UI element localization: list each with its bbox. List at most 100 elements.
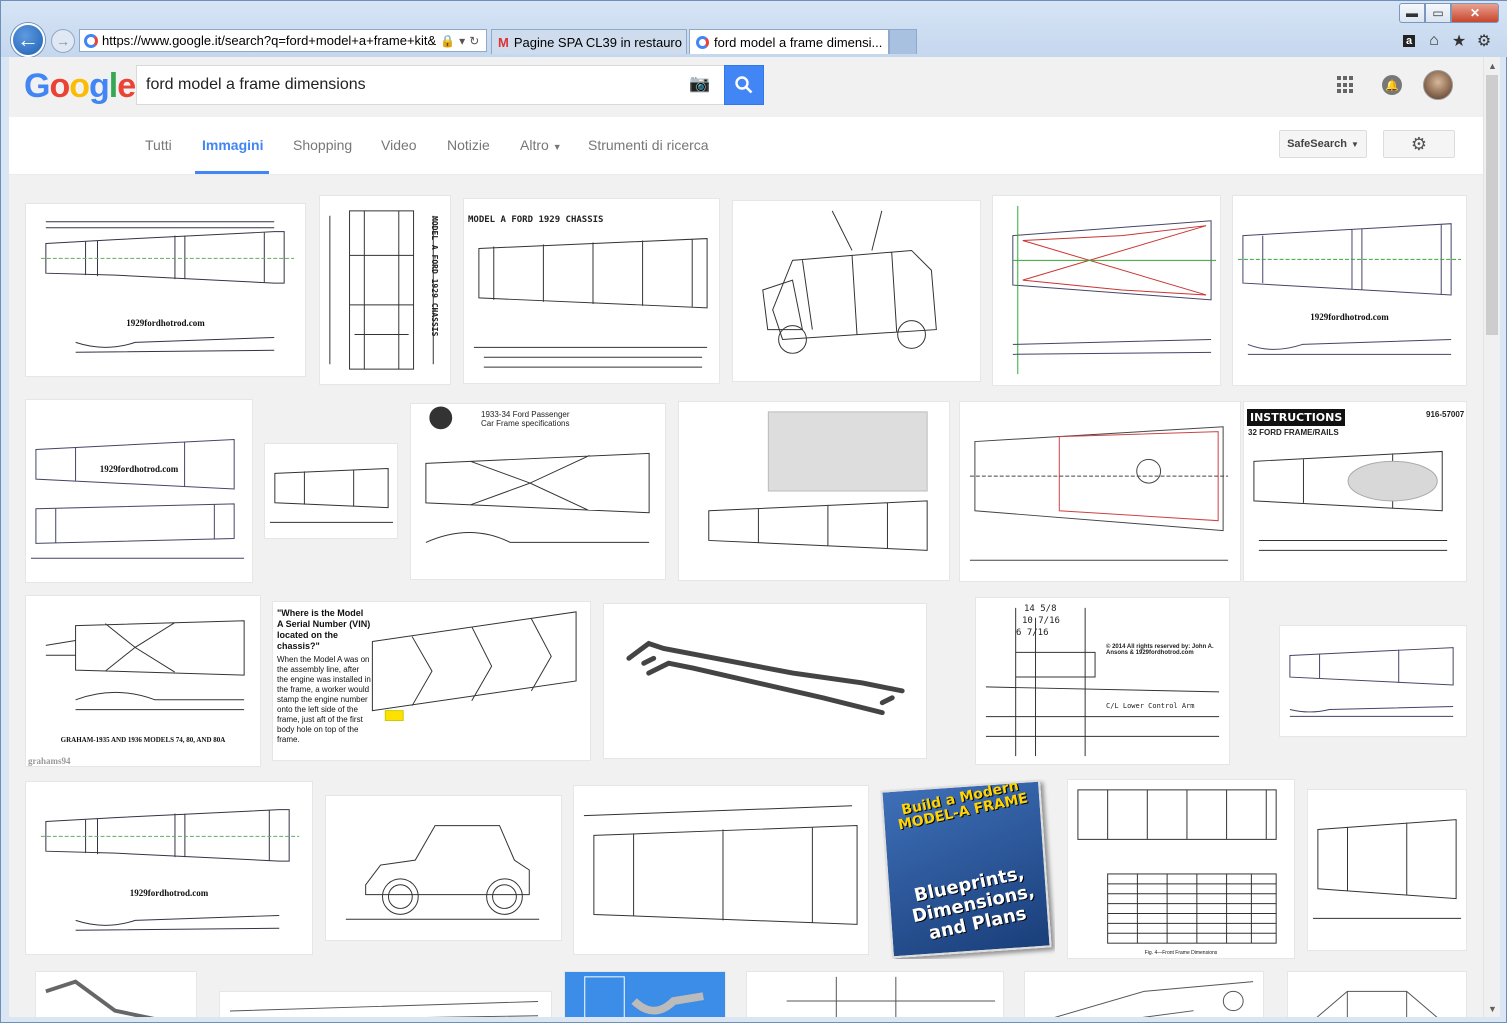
image-result[interactable]: "Where is the Model A Serial Number (VIN… [272, 601, 591, 761]
frame-drawing [786, 976, 996, 1017]
dimension-label: 6 7/16 [1016, 628, 1049, 638]
back-button[interactable]: ← [11, 23, 45, 57]
tab-video[interactable]: Video [381, 137, 417, 153]
image-result[interactable]: GRAHAM-1935 AND 1936 MODELS 74, 80, AND … [25, 595, 261, 767]
image-result[interactable] [264, 443, 398, 539]
magnifier-icon [735, 76, 753, 94]
scrollbar-thumb[interactable] [1486, 75, 1498, 335]
chevron-down-icon: ▼ [552, 142, 562, 152]
coupe-drawing [345, 825, 540, 920]
tab-immagini[interactable]: Immagini [202, 137, 263, 153]
image-result[interactable] [219, 991, 552, 1017]
settings-button[interactable]: ⚙ [1383, 130, 1455, 158]
frame-photo [45, 979, 155, 1017]
tab-shopping[interactable]: Shopping [293, 137, 352, 153]
scroll-down-icon[interactable]: ▼ [1484, 1000, 1500, 1017]
scroll-up-icon[interactable]: ▲ [1484, 57, 1500, 74]
image-result[interactable]: 14 5/8 10 7/16 6 7/16 © 2014 All rights … [975, 597, 1230, 765]
image-result[interactable] [573, 785, 869, 955]
frame-x-member [1012, 205, 1217, 375]
refresh-icon[interactable]: ↻ [469, 34, 479, 48]
apps-grid-icon[interactable] [1337, 76, 1355, 94]
drawing-title: MODEL A FORD 1929 CHASSIS [430, 216, 439, 337]
chevron-down-icon: ▼ [1351, 139, 1359, 149]
google-favicon-icon [84, 33, 98, 48]
image-result[interactable] [746, 971, 1004, 1017]
dropdown-icon[interactable]: ▾ [459, 34, 465, 48]
camera-search-icon[interactable]: 📷 [689, 73, 711, 95]
tab-strumenti[interactable]: Strumenti di ricerca [588, 137, 709, 153]
image-result[interactable] [1287, 971, 1467, 1017]
image-result[interactable]: 1933-34 Ford Passenger Car Frame specifi… [410, 403, 666, 580]
image-result[interactable]: INSTRUCTIONS 32 FORD FRAME/RAILS 916-570… [1243, 401, 1467, 582]
dimension-label: C/L Lower Control Arm [1106, 702, 1195, 710]
address-bar[interactable]: https://www.google.it/search?q=ford+mode… [79, 29, 487, 52]
image-result[interactable]: 1929fordhotrod.com [25, 781, 313, 955]
front-frame-drawing [985, 607, 1220, 757]
image-result[interactable]: MODEL A FORD 1929 CHASSIS [319, 195, 451, 385]
settings-gear-icon[interactable]: ⚙ [1474, 31, 1494, 51]
tab-tutti[interactable]: Tutti [145, 137, 172, 153]
favorites-star-icon[interactable]: ★ [1449, 31, 1469, 51]
image-result[interactable]: 1929fordhotrod.com [25, 399, 253, 583]
tab-title: Pagine SPA CL39 in restauro - i... [513, 34, 686, 50]
frame-blueprint [40, 221, 295, 353]
image-result[interactable]: 1929fordhotrod.com [25, 203, 306, 377]
address-text: https://www.google.it/search?q=ford+mode… [102, 33, 437, 48]
image-result[interactable] [564, 971, 726, 1017]
image-result[interactable] [1307, 789, 1467, 951]
image-result[interactable] [603, 603, 927, 759]
logo-letter: G [24, 67, 50, 105]
body-drawing [762, 210, 937, 354]
safesearch-button[interactable]: SafeSearch ▼ [1279, 130, 1367, 158]
tab-title: ford model a frame dimensi... [714, 34, 883, 50]
amazon-icon[interactable]: a [1399, 31, 1419, 51]
image-result[interactable] [992, 195, 1221, 386]
lock-icon: 🔒 [440, 33, 456, 48]
vin-description: "Where is the Model A Serial Number (VIN… [277, 608, 371, 745]
tab-notizie[interactable]: Notizie [447, 137, 490, 153]
image-result[interactable] [1279, 625, 1467, 737]
forward-button[interactable]: → [51, 29, 75, 53]
avatar[interactable] [1423, 70, 1453, 100]
google-favicon-icon [696, 35, 709, 49]
image-result[interactable] [325, 795, 562, 941]
image-result[interactable]: MODEL A FORD 1929 CHASSIS [463, 198, 720, 384]
watermark: grahams94 [28, 756, 71, 766]
google-logo[interactable]: Google [24, 67, 136, 106]
google-header: Google ford model a frame dimensions 📷 🔔 [9, 57, 1483, 117]
tab-altro[interactable]: Altro ▼ [520, 137, 562, 153]
image-result[interactable]: Fig. 4—Front Frame Dimensions [1067, 779, 1295, 959]
frame-blueprint [40, 809, 300, 931]
tab-altro-label: Altro [520, 137, 549, 153]
image-result[interactable]: 1929fordhotrod.com [1232, 195, 1467, 386]
chassis-drawing [473, 238, 708, 368]
image-result[interactable] [35, 971, 197, 1017]
search-button[interactable] [724, 65, 764, 105]
minimize-button[interactable]: ▬ [1399, 3, 1425, 23]
image-result[interactable] [959, 401, 1241, 582]
frame-blueprint [30, 439, 245, 559]
tab-gmail[interactable]: M Pagine SPA CL39 in restauro - i... [491, 29, 687, 54]
image-result[interactable] [678, 401, 950, 581]
vertical-scrollbar[interactable]: ▲ ▼ [1483, 57, 1500, 1017]
image-result[interactable] [1024, 971, 1264, 1017]
image-result[interactable] [732, 200, 981, 382]
suspension-drawing [1316, 990, 1438, 1017]
ebook-cover: Build a Modern MODEL-A FRAME Blueprints,… [880, 779, 1052, 959]
logo-letter: g [89, 67, 110, 105]
home-icon[interactable]: ⌂ [1424, 31, 1444, 51]
frame-blueprint [1289, 647, 1454, 717]
tab-google-search[interactable]: ford model a frame dimensi... ✕ [689, 29, 889, 54]
new-tab-button[interactable] [889, 29, 917, 54]
frame-spec-drawing [425, 406, 650, 543]
gear-icon: ⚙ [1410, 133, 1428, 154]
maximize-button[interactable]: ▭ [1425, 3, 1451, 23]
search-input[interactable]: ford model a frame dimensions [136, 65, 729, 105]
notifications-bell-icon[interactable]: 🔔 [1382, 75, 1402, 95]
image-result[interactable]: Build a Modern MODEL-A FRAME Blueprints,… [880, 779, 1055, 959]
safesearch-label: SafeSearch [1287, 138, 1347, 150]
drawing-title: MODEL A FORD 1929 CHASSIS [468, 215, 604, 225]
close-window-button[interactable]: ✕ [1451, 3, 1499, 23]
frame-dimension-drawing [969, 426, 1229, 561]
